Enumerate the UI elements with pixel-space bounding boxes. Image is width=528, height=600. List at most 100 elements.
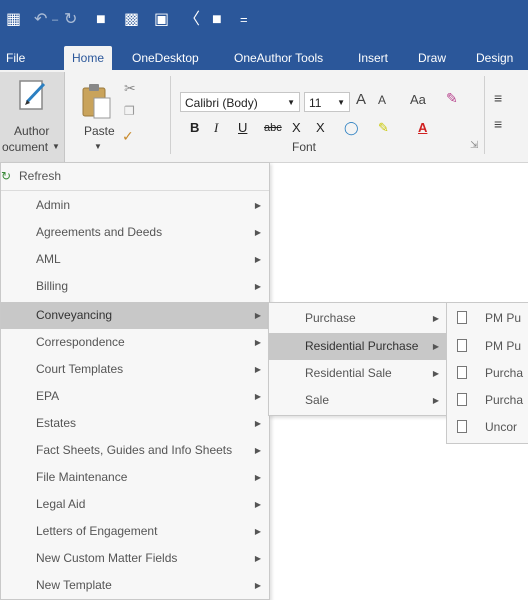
submenu-item-purchase[interactable]: Purchase ▶ <box>269 305 447 332</box>
template-item[interactable]: Purcha <box>447 360 528 387</box>
copy-icon[interactable]: ❐ <box>124 104 135 118</box>
italic-button[interactable]: I <box>214 118 218 138</box>
font-color-button[interactable]: A <box>418 118 427 138</box>
tab-oneauthor-tools[interactable]: OneAuthor Tools <box>226 46 331 70</box>
author-label-line2: ocument <box>2 140 49 154</box>
submenu-item-label: Residential Purchase <box>305 339 419 353</box>
tab-insert[interactable]: Insert <box>350 46 396 70</box>
square-icon[interactable]: ■ <box>212 11 222 29</box>
align-left-icon[interactable]: ≡ <box>494 116 502 132</box>
template-item-label: Purcha <box>485 393 524 407</box>
superscript-button[interactable]: X <box>316 118 325 138</box>
paste-button[interactable]: Paste ▼ <box>72 76 124 160</box>
template-item-label: Purcha <box>485 366 524 380</box>
template-item-label: PM Pu <box>485 339 522 353</box>
author-document-icon <box>19 80 46 110</box>
author-document-button[interactable]: Author ocument ▼ <box>0 72 65 162</box>
tab-file[interactable]: File <box>0 46 33 70</box>
template-item[interactable]: PM Pu <box>447 333 528 360</box>
chevron-right-icon: ▶ <box>254 201 261 210</box>
font-group-label: Font <box>292 140 317 154</box>
strikethrough-button[interactable]: abc <box>264 118 282 138</box>
menu-item-estates[interactable]: Estates ▶ <box>1 410 269 437</box>
text-effects-icon[interactable]: ◯ <box>344 118 359 138</box>
print-icon[interactable]: ▩ <box>124 11 139 29</box>
tab-design[interactable]: Design <box>468 46 521 70</box>
menu-item-new-template[interactable]: New Template ▶ <box>1 572 269 599</box>
paste-icon <box>82 84 111 119</box>
undo-dropdown-icon[interactable]: – <box>52 11 58 29</box>
chevron-right-icon: ▶ <box>254 554 261 563</box>
submenu-item-sale[interactable]: Sale ▶ <box>269 387 447 414</box>
menu-item-legal-aid[interactable]: Legal Aid ▶ <box>1 491 269 518</box>
document-icon <box>457 311 467 324</box>
cut-icon[interactable]: ✂ <box>124 80 136 97</box>
redo-icon[interactable]: ↻ <box>64 11 77 29</box>
clear-formatting-icon[interactable]: ✎ <box>446 90 458 107</box>
undo-icon[interactable]: ↶ <box>34 11 47 29</box>
chevron-right-icon: ▶ <box>432 342 439 351</box>
menu-item-label: Estates <box>36 416 77 430</box>
template-item-label: PM Pu <box>485 311 522 325</box>
paste-dropdown-icon: ▼ <box>94 142 102 151</box>
menu-item-admin[interactable]: Admin ▶ <box>1 192 269 219</box>
template-item[interactable]: Purcha <box>447 387 528 414</box>
customize-quick-access-icon[interactable]: = <box>240 11 248 29</box>
document-icon <box>457 339 467 352</box>
print-preview-icon[interactable]: ▣ <box>154 11 169 29</box>
change-case-button[interactable]: Aa <box>410 92 426 107</box>
bullets-icon[interactable]: ≡ <box>494 90 502 106</box>
submenu-item-residential-sale[interactable]: Residential Sale ▶ <box>269 360 447 387</box>
menu-item-file-maintenance[interactable]: File Maintenance ▶ <box>1 464 269 491</box>
highlight-color-icon[interactable]: ✎ <box>378 118 389 138</box>
menu-item-correspondence[interactable]: Correspondence ▶ <box>1 329 269 356</box>
menu-item-label: EPA <box>36 389 60 403</box>
font-name-select[interactable]: Calibri (Body) ▼ <box>180 92 300 112</box>
email-icon[interactable]: 〈 <box>184 11 200 29</box>
underline-button[interactable]: U <box>238 118 247 138</box>
submenu-item-residential-purchase[interactable]: Residential Purchase ▶ <box>269 333 447 360</box>
grow-font-button[interactable]: A <box>356 91 366 108</box>
group-separator <box>484 76 485 154</box>
menu-item-label: File Maintenance <box>36 470 128 484</box>
chevron-right-icon: ▶ <box>254 365 261 374</box>
document-icon <box>457 366 467 379</box>
submenu-item-label: Residential Sale <box>305 366 392 380</box>
save-icon[interactable]: ▦ <box>6 11 21 29</box>
template-item[interactable]: Uncor <box>447 414 528 441</box>
menu-item-epa[interactable]: EPA ▶ <box>1 383 269 410</box>
menu-item-refresh[interactable]: ↻ Refresh <box>1 163 269 191</box>
chevron-right-icon: ▶ <box>254 500 261 509</box>
menu-item-label: Letters of Engagement <box>36 524 158 538</box>
menu-item-court-templates[interactable]: Court Templates ▶ <box>1 356 269 383</box>
format-painter-icon[interactable]: ✓ <box>122 128 134 145</box>
submenu-item-label: Sale <box>305 393 330 407</box>
tab-home[interactable]: Home <box>64 46 113 70</box>
menu-item-fact-sheets[interactable]: Fact Sheets, Guides and Info Sheets ▶ <box>1 437 269 464</box>
template-item[interactable]: PM Pu <box>447 305 528 332</box>
font-dialog-launcher-icon[interactable]: ⇲ <box>470 140 478 151</box>
menu-item-label: Correspondence <box>36 335 125 349</box>
tab-draw[interactable]: Draw <box>410 46 454 70</box>
font-size-select[interactable]: 11 ▼ <box>304 92 350 112</box>
author-document-menu: ↻ Refresh Admin ▶ Agreements and Deeds ▶ A… <box>0 162 270 600</box>
chevron-right-icon: ▶ <box>432 396 439 405</box>
author-dropdown-icon: ▼ <box>52 142 60 151</box>
bold-button[interactable]: B <box>190 118 199 138</box>
menu-item-label: Refresh <box>19 169 62 183</box>
chevron-right-icon: ▶ <box>432 314 439 323</box>
menu-item-new-custom-matter-fields[interactable]: New Custom Matter Fields ▶ <box>1 545 269 572</box>
title-bar: ▦ ↶ – ↻ ■ ▩ ▣ 〈 ■ = <box>0 0 528 40</box>
ribbon-tabs: File Home OneDesktop OneAuthor Tools Ins… <box>0 40 528 70</box>
folder-icon[interactable]: ■ <box>96 11 106 29</box>
menu-item-billing[interactable]: Billing ▶ <box>1 273 269 300</box>
menu-item-label: Conveyancing <box>36 308 113 322</box>
subscript-button[interactable]: X <box>292 118 301 138</box>
menu-item-conveyancing[interactable]: Conveyancing ▶ <box>1 302 269 329</box>
chevron-right-icon: ▶ <box>254 228 261 237</box>
menu-item-agreements[interactable]: Agreements and Deeds ▶ <box>1 219 269 246</box>
shrink-font-button[interactable]: A <box>378 93 386 107</box>
menu-item-aml[interactable]: AML ▶ <box>1 246 269 273</box>
menu-item-letters-of-engagement[interactable]: Letters of Engagement ▶ <box>1 518 269 545</box>
tab-onedesktop[interactable]: OneDesktop <box>124 46 207 70</box>
